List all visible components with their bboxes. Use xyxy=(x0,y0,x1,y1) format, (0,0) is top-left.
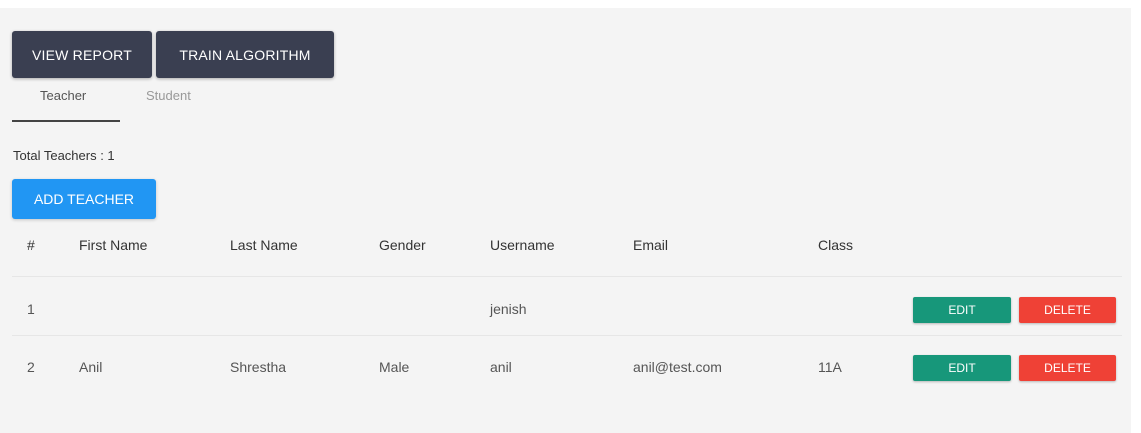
cell-index: 2 xyxy=(27,359,35,375)
column-header-first-name: First Name xyxy=(79,237,148,253)
delete-button[interactable]: DELETE xyxy=(1019,355,1116,381)
cell-last-name: Shrestha xyxy=(230,359,287,375)
cell-gender: Male xyxy=(379,359,410,375)
view-report-button[interactable]: VIEW REPORT xyxy=(12,31,152,78)
cell-index: 1 xyxy=(27,301,35,317)
active-tab-indicator xyxy=(12,120,120,122)
column-header-gender: Gender xyxy=(379,237,426,253)
delete-button[interactable]: DELETE xyxy=(1019,297,1116,323)
column-header-last-name: Last Name xyxy=(230,237,298,253)
cell-class: 11A xyxy=(818,359,842,375)
edit-button[interactable]: EDIT xyxy=(913,355,1011,381)
cell-username: jenish xyxy=(490,301,527,317)
tab-teacher[interactable]: Teacher xyxy=(40,88,86,103)
total-teachers-count: Total Teachers : 1 xyxy=(13,148,115,163)
column-header-class: Class xyxy=(818,237,854,253)
cell-first-name: Anil xyxy=(79,359,103,375)
train-algorithm-button[interactable]: TRAIN ALGORITHM xyxy=(156,31,334,78)
main-panel: VIEW REPORT TRAIN ALGORITHM Teacher Stud… xyxy=(0,8,1131,433)
cell-email: anil@test.com xyxy=(633,359,722,375)
edit-button[interactable]: EDIT xyxy=(913,297,1011,323)
cell-username: anil xyxy=(490,359,512,375)
column-header-email: Email xyxy=(633,237,669,253)
column-header-index: # xyxy=(27,237,35,253)
row-divider xyxy=(12,276,1122,277)
column-header-username: Username xyxy=(490,237,555,253)
add-teacher-button[interactable]: ADD TEACHER xyxy=(12,179,156,219)
tab-student[interactable]: Student xyxy=(146,88,191,103)
row-divider xyxy=(12,335,1122,336)
